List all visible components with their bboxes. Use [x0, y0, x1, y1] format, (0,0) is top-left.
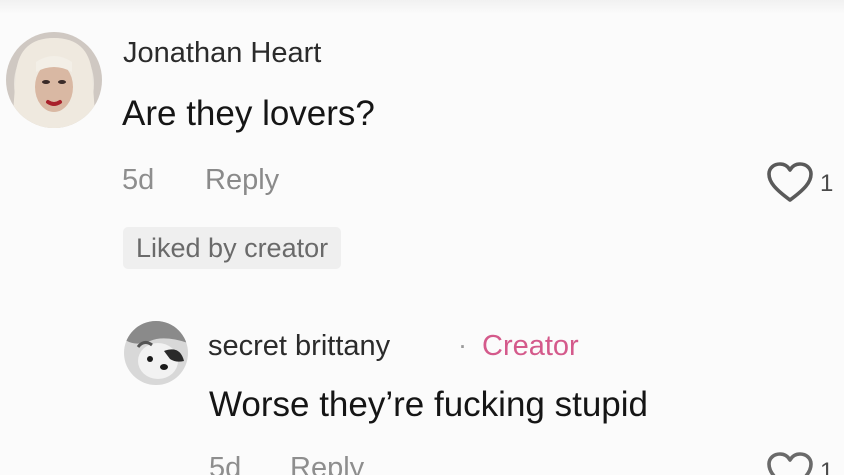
comments-thread: Jonathan Heart Are they lovers? 5d Reply… [0, 0, 844, 475]
reply-like-button[interactable] [765, 450, 815, 475]
reply-text: Worse they’re fucking stupid [209, 385, 649, 424]
separator-dot: · [458, 330, 467, 360]
cropped-previous-content [0, 0, 844, 14]
comment-username[interactable]: Jonathan Heart [123, 37, 321, 70]
like-button[interactable] [765, 160, 815, 204]
heart-outline-icon [767, 162, 813, 202]
reply-timestamp: 5d [209, 452, 242, 475]
avatar-secret-brittany[interactable] [124, 321, 188, 385]
reply-reply-button[interactable]: Reply [290, 452, 364, 475]
heart-outline-icon [767, 452, 813, 475]
reply-like-count: 1 [820, 458, 834, 475]
liked-by-creator-badge: Liked by creator [123, 227, 342, 269]
comment-timestamp: 5d [122, 164, 155, 196]
comment-text: Are they lovers? [122, 94, 375, 133]
like-count: 1 [820, 170, 834, 197]
creator-tag: Creator [482, 330, 579, 362]
avatar-jonathan-heart[interactable] [6, 32, 102, 128]
reply-username[interactable]: secret brittany [208, 330, 390, 363]
reply-button[interactable]: Reply [205, 164, 279, 197]
